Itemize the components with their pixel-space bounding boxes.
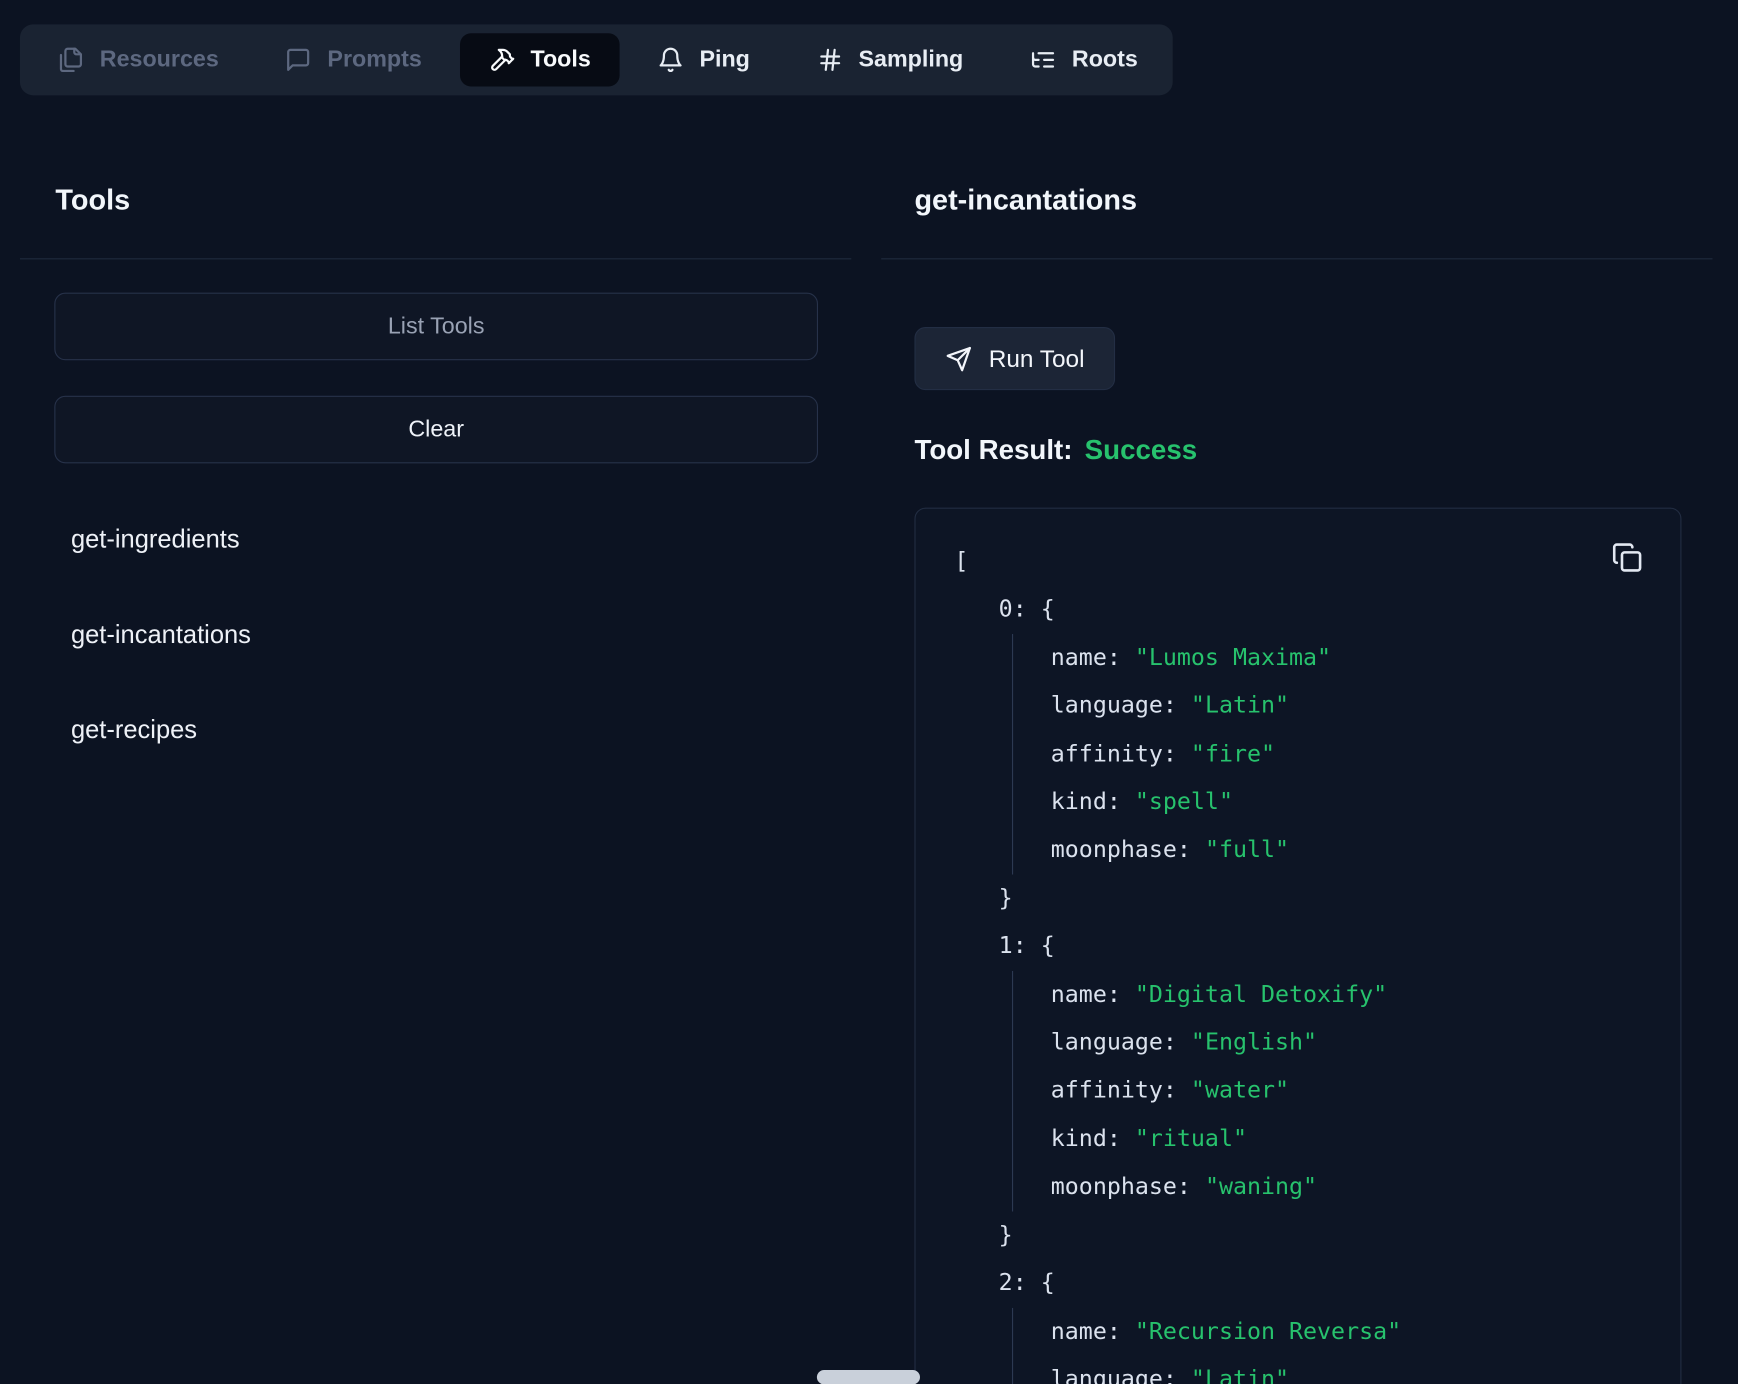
json-field-value: "Lumos Maxima" [1135,644,1331,671]
json-field-key: affinity: [1051,740,1191,767]
json-entry-fields: name: "Lumos Maxima"language: "Latin"aff… [1012,634,1581,875]
tool-list: get-ingredients get-incantations get-recip… [71,524,251,810]
json-field-key: kind: [1051,1125,1135,1152]
hammer-icon [488,47,515,74]
copy-icon [1612,542,1643,573]
run-tool-button[interactable]: Run Tool [914,327,1115,390]
json-entry-header: 0: { [954,586,1580,634]
json-result-panel: [ 0: {name: "Lumos Maxima"language: "Lat… [914,508,1681,1384]
copy-result-button[interactable] [1612,542,1643,573]
json-field: language: "English" [1051,1019,1581,1067]
json-field: moonphase: "full" [1051,826,1581,874]
send-icon [945,345,972,372]
tab-label: Sampling [859,47,964,74]
list-tools-button[interactable]: List Tools [54,293,818,361]
json-entry-close: } [954,1211,1580,1259]
bell-icon [657,47,684,74]
json-entry: 1: {name: "Digital Detoxify"language: "E… [954,922,1580,1259]
tool-result-status: Success [1085,435,1197,467]
json-field-value: "English" [1191,1029,1317,1056]
tools-panel-divider [20,258,851,259]
tab-label: Prompts [327,47,421,74]
json-open-bracket: [ [954,538,1580,586]
json-field: name: "Digital Detoxify" [1051,971,1581,1019]
json-field-key: language: [1051,1029,1191,1056]
tab-tools[interactable]: Tools [460,33,620,86]
json-field-key: moonphase: [1051,836,1205,863]
tool-result-label: Tool Result: [914,435,1072,467]
json-field: kind: "ritual" [1051,1115,1581,1163]
json-field: language: "Latin" [1051,1355,1581,1384]
json-field-key: kind: [1051,788,1135,815]
tab-bar: Resources Prompts Tools Ping Sampling Roots [20,24,1173,95]
roots-tree-icon [1030,47,1057,74]
tab-label: Tools [530,47,590,74]
json-field-key: name: [1051,1317,1135,1344]
json-field-key: affinity: [1051,1077,1191,1104]
tab-label: Resources [100,47,219,74]
json-field: name: "Lumos Maxima" [1051,634,1581,682]
json-field-value: "waning" [1205,1173,1317,1200]
json-field-key: name: [1051,981,1135,1008]
json-field-key: language: [1051,1365,1191,1384]
tool-list-item[interactable]: get-recipes [71,715,251,748]
json-entry-close: } [954,874,1580,922]
horizontal-scrollbar-thumb[interactable] [817,1370,920,1384]
json-body: [ 0: {name: "Lumos Maxima"language: "Lat… [916,509,1681,1384]
json-field: kind: "spell" [1051,778,1581,826]
json-field-value: "fire" [1191,740,1275,767]
tool-list-item[interactable]: get-ingredients [71,524,251,557]
json-field: affinity: "fire" [1051,730,1581,778]
json-entry: 0: {name: "Lumos Maxima"language: "Latin… [954,586,1580,923]
run-tool-label: Run Tool [989,344,1085,373]
tool-result-line: Tool Result: Success [914,435,1197,467]
json-entry-header: 2: { [954,1259,1580,1307]
json-field-key: name: [1051,644,1135,671]
json-field: affinity: "water" [1051,1067,1581,1115]
json-field-value: "Latin" [1191,1365,1289,1384]
json-entry: 2: {name: "Recursion Reversa"language: "… [954,1259,1580,1384]
files-icon [58,47,85,74]
chat-icon [285,47,312,74]
json-field-key: moonphase: [1051,1173,1205,1200]
json-field-value: "ritual" [1135,1125,1247,1152]
json-field-value: "water" [1191,1077,1289,1104]
tab-prompts[interactable]: Prompts [256,33,450,86]
json-field: moonphase: "waning" [1051,1163,1581,1211]
json-field-value: "Recursion Reversa" [1135,1317,1401,1344]
json-field: language: "Latin" [1051,682,1581,730]
tab-roots[interactable]: Roots [1001,33,1167,86]
selected-tool-title: get-incantations [914,183,1137,217]
tab-resources[interactable]: Resources [29,33,248,86]
json-field: name: "Recursion Reversa" [1051,1307,1581,1355]
tab-label: Roots [1072,47,1138,74]
json-field-value: "Latin" [1191,692,1289,719]
json-entry-fields: name: "Digital Detoxify"language: "Engli… [1012,971,1581,1212]
json-entry-header: 1: { [954,922,1580,970]
tab-label: Ping [699,47,749,74]
tab-sampling[interactable]: Sampling [788,33,993,86]
json-field-value: "full" [1205,836,1289,863]
tools-panel-title: Tools [55,183,130,217]
json-field-value: "Digital Detoxify" [1135,981,1387,1008]
clear-button[interactable]: Clear [54,396,818,464]
tab-ping[interactable]: Ping [629,33,779,86]
json-field-value: "spell" [1135,788,1233,815]
tool-list-item[interactable]: get-incantations [71,620,251,653]
result-panel-divider [881,258,1712,259]
app-viewport: Resources Prompts Tools Ping Sampling Roots T… [0,0,1738,1384]
hash-icon [816,47,843,74]
json-field-key: language: [1051,692,1191,719]
json-entry-fields: name: "Recursion Reversa"language: "Lati… [1012,1307,1581,1384]
